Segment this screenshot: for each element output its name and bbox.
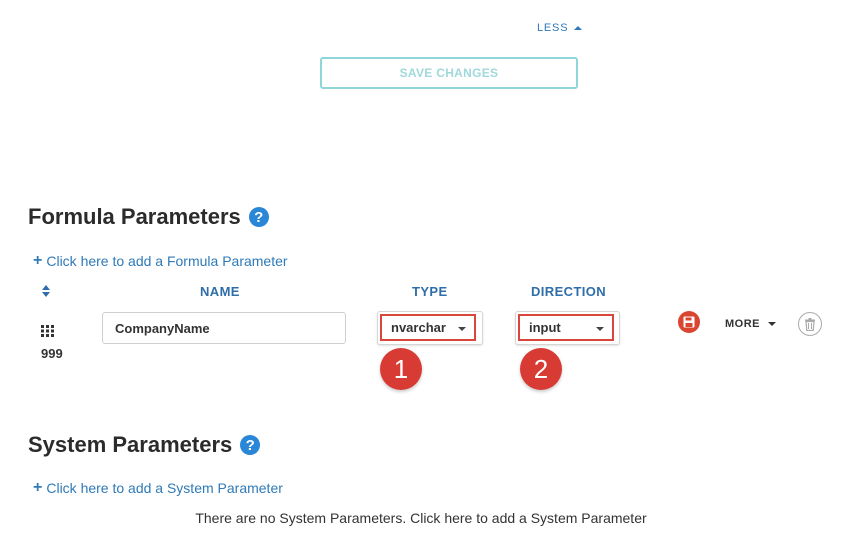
save-changes-button[interactable]: SAVE CHANGES — [320, 57, 578, 89]
type-select-value: nvarchar — [391, 320, 446, 335]
trash-glyph — [805, 317, 815, 331]
more-menu[interactable]: MORE — [725, 318, 776, 330]
help-icon[interactable]: ? — [248, 207, 269, 227]
save-changes-label: SAVE CHANGES — [399, 66, 499, 80]
add-system-parameter-label: Click here to add a System Parameter — [46, 480, 283, 496]
column-header-direction: DIRECTION — [531, 284, 607, 299]
add-formula-parameter-label: Click here to add a Formula Parameter — [46, 253, 288, 269]
sort-icon[interactable] — [40, 284, 52, 298]
type-select[interactable]: nvarchar — [377, 311, 483, 345]
less-toggle[interactable]: LESS — [537, 22, 583, 34]
add-formula-parameter-link[interactable]: + Click here to add a Formula Parameter — [33, 252, 288, 270]
drag-handle-icon[interactable] — [40, 325, 56, 337]
floppy-disk-icon[interactable] — [678, 311, 700, 333]
floppy-disk-glyph — [683, 316, 695, 328]
callout-badge-2: 2 — [520, 348, 562, 390]
direction-select-value: input — [529, 320, 561, 335]
type-select-highlight[interactable]: nvarchar — [380, 314, 476, 341]
formula-parameters-heading: Formula Parameters ? — [28, 204, 269, 230]
system-parameters-title: System Parameters — [28, 432, 233, 457]
callout-badge-1: 1 — [380, 348, 422, 390]
plus-icon: + — [33, 479, 43, 496]
column-header-name: NAME — [200, 284, 240, 299]
help-icon[interactable]: ? — [240, 435, 261, 455]
row-order-number: 999 — [41, 346, 63, 361]
parameter-name-input[interactable] — [102, 312, 346, 344]
chevron-down-icon — [768, 322, 776, 326]
direction-select[interactable]: input — [515, 311, 620, 345]
chevron-down-icon — [596, 327, 604, 331]
empty-system-parameters-message[interactable]: There are no System Parameters. Click he… — [0, 510, 842, 526]
column-header-type: TYPE — [412, 284, 448, 299]
chevron-down-icon — [458, 327, 466, 331]
system-parameters-heading: System Parameters ? — [28, 432, 261, 458]
add-system-parameter-link[interactable]: + Click here to add a System Parameter — [33, 479, 283, 497]
more-label: MORE — [725, 318, 760, 330]
plus-icon: + — [33, 252, 43, 269]
caret-up-icon — [574, 26, 583, 30]
formula-parameters-title: Formula Parameters — [28, 204, 241, 229]
less-label: LESS — [537, 22, 569, 34]
direction-select-highlight[interactable]: input — [518, 314, 614, 341]
trash-icon[interactable] — [798, 312, 822, 336]
